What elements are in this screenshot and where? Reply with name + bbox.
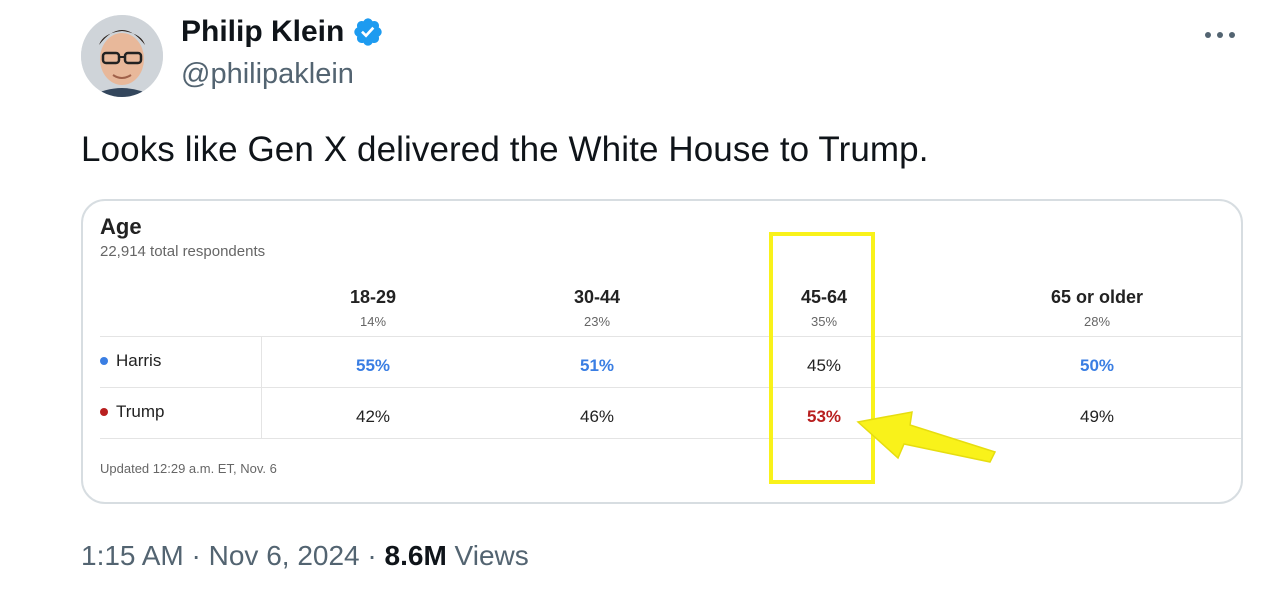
table-cell: 50%	[1079, 356, 1115, 375]
column-label: 18-29	[349, 287, 397, 307]
harris-dot-icon	[100, 357, 108, 365]
tweet-text: Looks like Gen X delivered the White Hou…	[81, 130, 929, 169]
column-header: 45-64 35%	[724, 287, 924, 329]
row-name: Trump	[116, 402, 165, 421]
card-title: Age	[100, 214, 142, 239]
handle[interactable]: @philipaklein	[181, 58, 354, 91]
card-subtitle: 22,914 total respondents	[100, 243, 266, 260]
views-count: 8.6M	[384, 540, 447, 571]
table-cell: 42%	[355, 407, 391, 426]
column-share: 35%	[810, 314, 838, 329]
display-name[interactable]: Philip Klein	[181, 15, 384, 49]
more-options-button[interactable]	[1200, 20, 1240, 50]
row-label-trump: Trump	[100, 402, 165, 422]
tweet-date[interactable]: Nov 6, 2024	[209, 540, 360, 571]
table-cell: 49%	[1079, 407, 1115, 426]
column-share: 23%	[583, 314, 611, 329]
table-divider	[100, 387, 1241, 388]
table-cell: 53%	[806, 407, 842, 426]
column-header: 18-29 14%	[273, 287, 473, 329]
table-cell: 45%	[806, 356, 842, 375]
table-cell: 51%	[579, 356, 615, 375]
separator: ·	[191, 540, 201, 571]
table-divider	[261, 336, 262, 438]
separator: ·	[367, 540, 377, 571]
column-label: 65 or older	[1050, 287, 1144, 307]
table-divider	[100, 336, 1241, 337]
more-dots-icon	[1205, 32, 1235, 38]
column-share: 28%	[1083, 314, 1111, 329]
trump-dot-icon	[100, 408, 108, 416]
avatar-photo	[81, 15, 163, 97]
updated-note: Updated 12:29 a.m. ET, Nov. 6	[100, 461, 277, 476]
column-header: 65 or older 28%	[997, 287, 1197, 329]
tweet-time[interactable]: 1:15 AM	[81, 540, 184, 571]
column-share: 14%	[359, 314, 387, 329]
avatar[interactable]	[81, 15, 163, 97]
column-label: 45-64	[800, 287, 848, 307]
table-cell: 55%	[355, 356, 391, 375]
table-cell: 46%	[579, 407, 615, 426]
tweet-meta: 1:15 AM · Nov 6, 2024 · 8.6M Views	[81, 540, 529, 572]
column-header: 30-44 23%	[497, 287, 697, 329]
row-name: Harris	[116, 351, 162, 370]
exit-poll-image[interactable]: Age 22,914 total respondents 18-29 14% 3…	[81, 199, 1243, 504]
display-name-text[interactable]: Philip Klein	[181, 15, 344, 49]
row-label-harris: Harris	[100, 351, 161, 371]
table-divider	[100, 438, 1241, 439]
verified-badge-icon	[354, 18, 383, 46]
views-label: Views	[454, 540, 529, 571]
column-label: 30-44	[573, 287, 621, 307]
